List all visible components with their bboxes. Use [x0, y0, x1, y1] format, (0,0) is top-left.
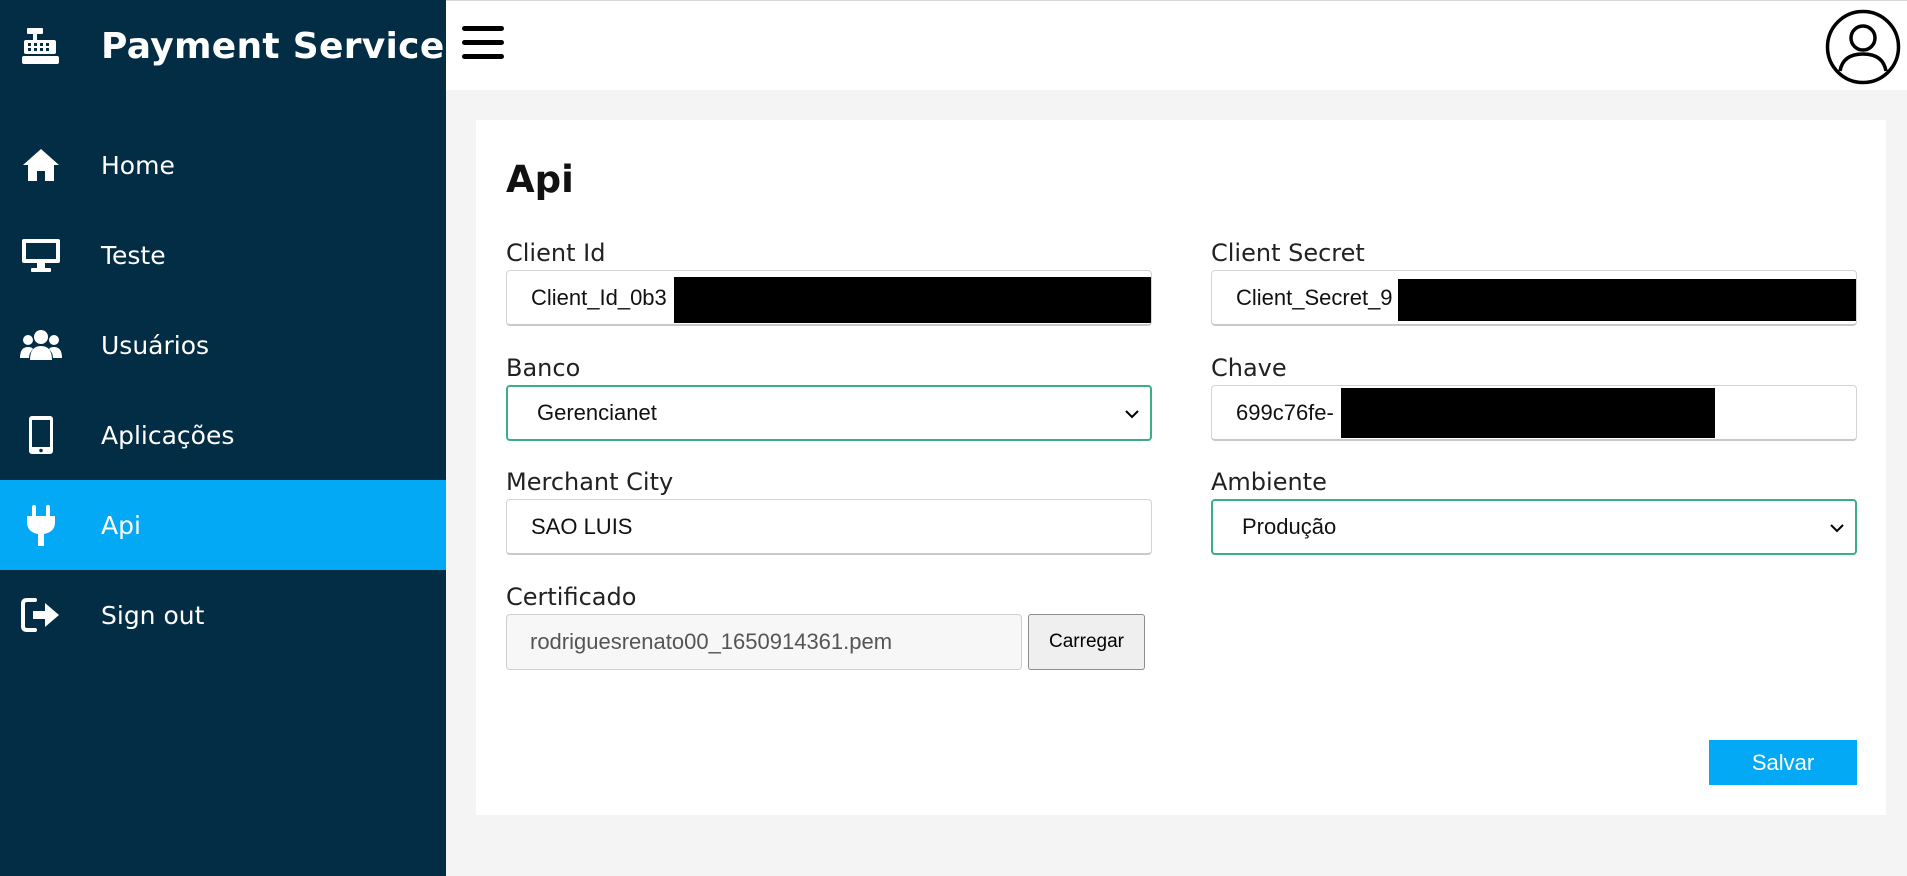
- plug-icon: [20, 504, 62, 546]
- sidebar-item-label: Aplicações: [101, 420, 235, 450]
- cash-register-icon: [20, 25, 62, 67]
- sidebar-item-home[interactable]: Home: [0, 120, 446, 210]
- sidebar-item-label: Sign out: [101, 600, 205, 630]
- api-settings-card: Api Client Id Client_Id_0b3 Client Secre…: [476, 120, 1886, 815]
- sidebar-item-aplicacoes[interactable]: Aplicações: [0, 390, 446, 480]
- ambiente-select[interactable]: Produção: [1211, 499, 1857, 555]
- top-bar: [446, 0, 1907, 90]
- sidebar-item-teste[interactable]: Teste: [0, 210, 446, 300]
- client-id-input[interactable]: Client_Id_0b3: [506, 270, 1152, 326]
- banco-field: Banco Gerencianet: [506, 351, 1152, 441]
- client-id-field: Client Id Client_Id_0b3: [506, 236, 1152, 326]
- brand: Payment Service: [0, 0, 446, 92]
- certificado-field: Certificado rodriguesrenato00_1650914361…: [506, 580, 1152, 680]
- sidebar-item-label: Teste: [101, 240, 166, 270]
- redaction-block: [674, 277, 1151, 323]
- page-title: Api: [506, 158, 574, 201]
- app-title: Payment Service: [101, 25, 445, 67]
- save-button[interactable]: Salvar: [1709, 740, 1857, 785]
- ambiente-label: Ambiente: [1211, 468, 1327, 496]
- client-secret-input[interactable]: Client_Secret_9: [1211, 270, 1857, 326]
- ambiente-selected-value: Produção: [1242, 514, 1337, 539]
- sidebar: Payment Service Home Teste Usuários Apli…: [0, 0, 446, 876]
- certificado-file-input[interactable]: rodriguesrenato00_1650914361.pem: [506, 614, 1022, 670]
- user-circle-icon[interactable]: [1825, 9, 1901, 85]
- carregar-button[interactable]: Carregar: [1028, 614, 1145, 670]
- banco-label: Banco: [506, 354, 581, 382]
- sidebar-item-api[interactable]: Api: [0, 480, 446, 570]
- client-id-value: Client_Id_0b3: [531, 284, 667, 310]
- chave-field: Chave 699c76fe-: [1211, 351, 1857, 441]
- sidebar-nav: Home Teste Usuários Aplicações Api Sign …: [0, 120, 446, 660]
- merchant-city-label: Merchant City: [506, 468, 674, 496]
- sidebar-item-usuarios[interactable]: Usuários: [0, 300, 446, 390]
- desktop-icon: [20, 234, 62, 276]
- client-id-label: Client Id: [506, 239, 606, 267]
- users-icon: [20, 324, 62, 366]
- chevron-down-icon: [1125, 410, 1139, 419]
- merchant-city-value: SAO LUIS: [531, 513, 633, 539]
- sidebar-item-sign-out[interactable]: Sign out: [0, 570, 446, 660]
- home-icon: [20, 144, 62, 186]
- sidebar-item-label: Usuários: [101, 330, 210, 360]
- chevron-down-icon: [1830, 524, 1844, 533]
- sidebar-item-label: Api: [101, 510, 141, 540]
- sidebar-item-label: Home: [101, 150, 175, 180]
- chave-label: Chave: [1211, 354, 1287, 382]
- redaction-block: [1398, 279, 1856, 321]
- mobile-icon: [20, 414, 62, 456]
- chave-input[interactable]: 699c76fe-: [1211, 385, 1857, 441]
- client-secret-value: Client_Secret_9: [1236, 284, 1393, 310]
- banco-select[interactable]: Gerencianet: [506, 385, 1152, 441]
- client-secret-label: Client Secret: [1211, 239, 1365, 267]
- hamburger-icon[interactable]: [462, 26, 504, 62]
- client-secret-field: Client Secret Client_Secret_9: [1211, 236, 1857, 326]
- banco-selected-value: Gerencianet: [537, 400, 657, 425]
- merchant-city-field: Merchant City SAO LUIS: [506, 465, 1152, 555]
- redaction-block: [1341, 388, 1715, 438]
- merchant-city-input[interactable]: SAO LUIS: [506, 499, 1152, 555]
- chave-value: 699c76fe-: [1236, 399, 1334, 425]
- certificado-label: Certificado: [506, 583, 637, 611]
- sign-out-icon: [20, 594, 62, 636]
- ambiente-field: Ambiente Produção: [1211, 465, 1857, 555]
